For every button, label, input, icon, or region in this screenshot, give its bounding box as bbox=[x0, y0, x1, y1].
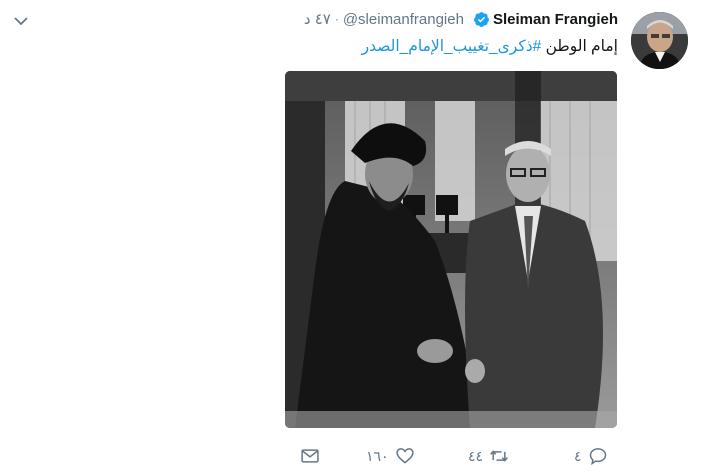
retweet-count: ٤٤ bbox=[468, 447, 484, 464]
like-button[interactable]: ١٦٠ bbox=[360, 445, 415, 467]
envelope-icon bbox=[301, 449, 319, 463]
tweet-text-plain: إمام الوطن bbox=[545, 38, 618, 55]
tweet-photo[interactable] bbox=[285, 71, 617, 428]
hashtag-link[interactable]: #ذكرى_تغييب_الإمام_الصدر bbox=[362, 38, 542, 55]
separator-dot: · bbox=[334, 12, 339, 26]
tweet-card[interactable]: ٤٧ د · @sleimanfrangieh Sleiman Frangieh… bbox=[0, 0, 704, 473]
retweet-icon bbox=[490, 450, 508, 462]
tweet-text: إمام الوطن #ذكرى_تغييب_الإمام_الصدر bbox=[362, 37, 618, 57]
reply-count: ٤ bbox=[574, 447, 582, 464]
like-count: ١٦٠ bbox=[366, 447, 389, 464]
author-display-name[interactable]: Sleiman Frangieh bbox=[493, 11, 618, 28]
tweet-header: ٤٧ د · @sleimanfrangieh Sleiman Frangieh bbox=[304, 10, 618, 29]
verified-badge-icon bbox=[473, 11, 490, 28]
reply-icon bbox=[589, 448, 606, 466]
dm-button[interactable] bbox=[300, 445, 320, 467]
chevron-down-icon[interactable] bbox=[14, 14, 28, 28]
author-handle[interactable]: @sleimanfrangieh bbox=[343, 11, 464, 28]
photo-image bbox=[285, 71, 617, 428]
heart-icon bbox=[395, 448, 414, 464]
avatar-photo bbox=[631, 12, 688, 69]
retweet-button[interactable]: ٤٤ bbox=[462, 445, 509, 467]
tweet-actions: ١٦٠ ٤٤ ٤ bbox=[300, 445, 620, 467]
timestamp[interactable]: ٤٧ د bbox=[304, 10, 331, 28]
reply-button[interactable]: ٤ bbox=[568, 445, 608, 467]
avatar[interactable] bbox=[631, 12, 688, 69]
